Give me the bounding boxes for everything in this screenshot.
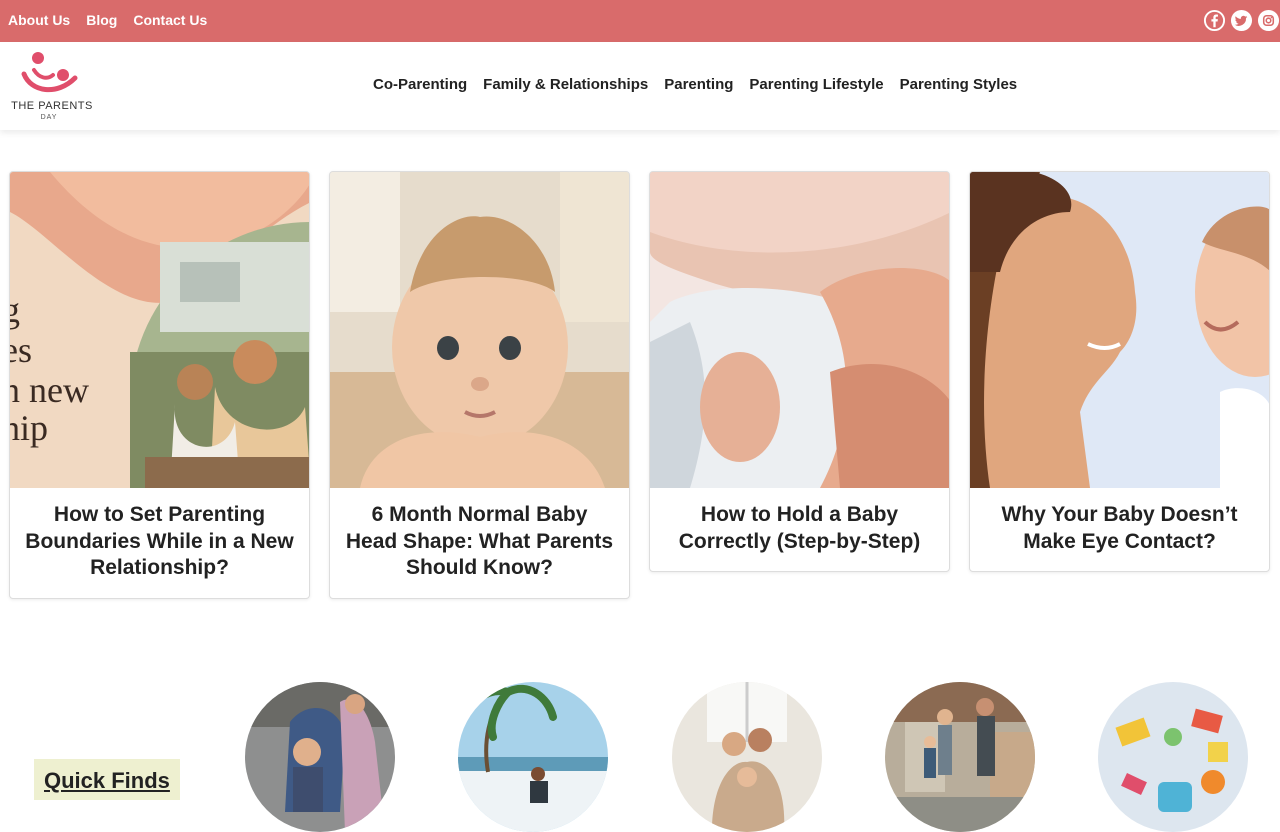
article-title[interactable]: 6 Month Normal Baby Head Shape: What Par… [330,488,629,598]
site-logo[interactable]: THE PARENTS DAY [7,48,97,124]
article-image[interactable] [970,172,1269,488]
quick-find-thumbnail[interactable] [672,682,822,832]
quick-find-thumbnail[interactable] [458,682,608,832]
article-card[interactable]: 6 Month Normal Baby Head Shape: What Par… [329,171,630,599]
top-bar: About Us Blog Contact Us [0,0,1280,42]
nav-parenting-lifestyle[interactable]: Parenting Lifestyle [749,76,883,93]
quick-finds-heading: Quick Finds [34,759,180,800]
facebook-icon[interactable] [1203,9,1226,32]
logo-name: THE PARENTS [11,100,93,112]
quick-find-thumbnail[interactable] [245,682,395,832]
main-nav: Co-Parenting Family & Relationships Pare… [373,76,1017,93]
article-image[interactable] [330,172,629,488]
social-links [1203,9,1280,32]
article-title[interactable]: How to Hold a Baby Correctly (Step-by-St… [650,488,949,571]
logo-subtitle: DAY [40,114,58,121]
nav-co-parenting[interactable]: Co-Parenting [373,76,467,93]
article-card[interactable]: Why Your Baby Doesn’t Make Eye Contact? [969,171,1270,572]
nav-parenting[interactable]: Parenting [664,76,733,93]
logo-mark-icon [21,52,78,93]
contact-us-link[interactable]: Contact Us [133,12,207,28]
quick-find-thumbnail[interactable] [885,682,1035,832]
image-text-line: hip [10,408,48,448]
article-image[interactable] [650,172,949,488]
image-text-line: es [10,330,32,370]
article-title[interactable]: Why Your Baby Doesn’t Make Eye Contact? [970,488,1269,571]
quick-find-thumbnail[interactable] [1098,682,1248,832]
article-card[interactable]: How to Hold a Baby Correctly (Step-by-St… [649,171,950,572]
top-links: About Us Blog Contact Us [8,12,207,28]
quick-finds-link[interactable]: Quick Finds [44,768,170,793]
instagram-icon[interactable] [1257,9,1280,32]
site-header: THE PARENTS DAY Co-Parenting Family & Re… [0,42,1280,130]
article-card[interactable]: g es n new hip How to Set Parenting Boun… [9,171,310,599]
about-us-link[interactable]: About Us [8,12,70,28]
image-text-line: n new [10,370,89,410]
article-title[interactable]: How to Set Parenting Boundaries While in… [10,488,309,598]
article-image[interactable]: g es n new hip [10,172,309,488]
blog-link[interactable]: Blog [86,12,117,28]
nav-family-relationships[interactable]: Family & Relationships [483,76,648,93]
image-text-line: g [10,290,20,330]
twitter-icon[interactable] [1230,9,1253,32]
nav-parenting-styles[interactable]: Parenting Styles [900,76,1018,93]
